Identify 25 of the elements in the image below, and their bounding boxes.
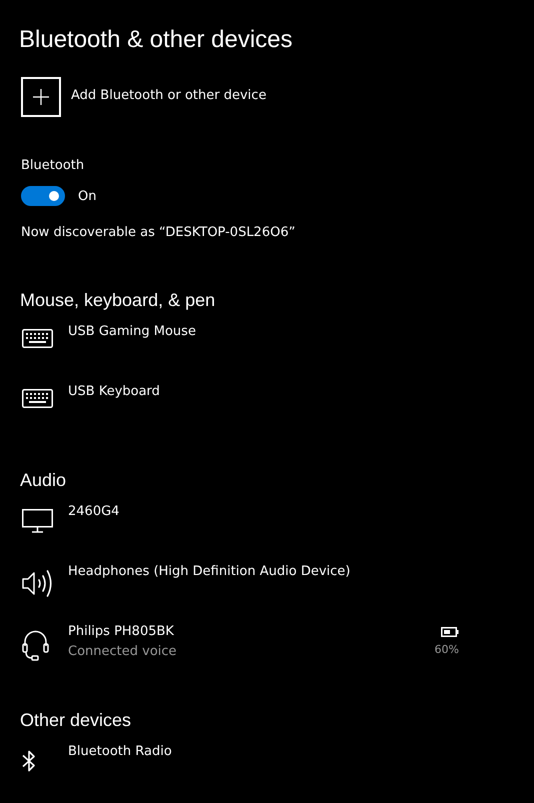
section-heading: Mouse, keyboard, & pen [20, 289, 216, 312]
section-heading: Other devices [20, 709, 132, 732]
device-name[interactable]: USB Keyboard [68, 382, 160, 402]
add-device-link[interactable]: Add Bluetooth or other device [71, 87, 266, 105]
bluetooth-label: Bluetooth [21, 157, 86, 175]
discoverable-text: Now discoverable as “DESKTOP-0SL26O6” [21, 224, 296, 242]
bluetooth-icon [22, 749, 36, 773]
device-name[interactable]: USB Gaming Mouse [68, 322, 196, 342]
bluetooth-toggle[interactable] [21, 186, 65, 206]
battery-icon [441, 627, 459, 637]
device-name[interactable]: 2460G4 [68, 502, 120, 522]
device-status: Connected voice [68, 643, 177, 661]
device-name[interactable]: Headphones (High Definition Audio Device) [68, 562, 350, 582]
keyboard-icon [22, 329, 53, 348]
battery-percentage: 60% [434, 643, 459, 656]
headset-icon [22, 629, 49, 662]
page-title: Bluetooth & other devices [19, 25, 294, 55]
device-name[interactable]: Bluetooth Radio [68, 742, 172, 762]
plus-icon [33, 89, 49, 105]
device-name[interactable]: Philips PH805BK [68, 622, 174, 642]
add-device-button[interactable] [21, 77, 61, 117]
monitor-icon [22, 509, 53, 533]
keyboard-icon [22, 389, 53, 408]
section-heading: Audio [20, 469, 68, 492]
toggle-state-label: On [78, 188, 96, 204]
